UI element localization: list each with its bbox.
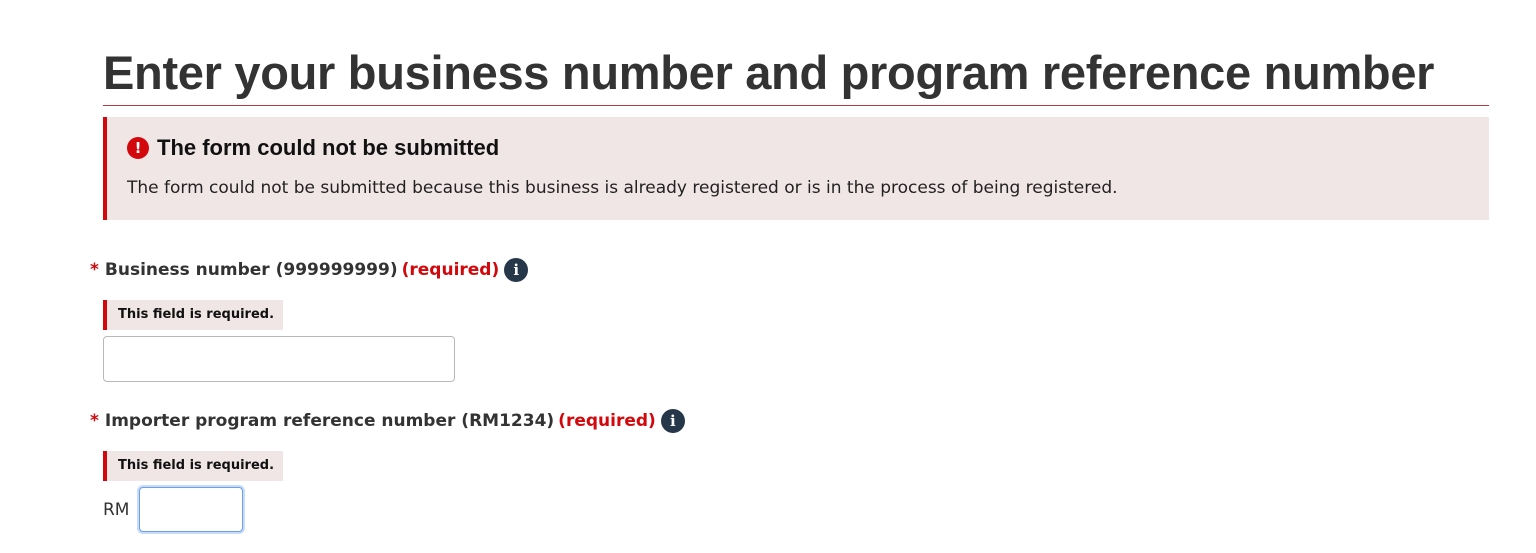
page-title: Enter your business number and program r… bbox=[103, 46, 1435, 99]
required-asterisk: * bbox=[90, 260, 99, 280]
page: Enter your business number and program r… bbox=[0, 0, 1536, 553]
business-number-error: This field is required. bbox=[103, 300, 284, 330]
program-reference-prefix: RM bbox=[103, 500, 130, 520]
error-summary-heading-text: The form could not be submitted bbox=[157, 135, 500, 160]
title-divider bbox=[103, 105, 1489, 106]
program-reference-label-text: Importer program reference number (RM123… bbox=[104, 411, 555, 431]
business-number-input[interactable] bbox=[103, 336, 455, 382]
program-reference-input[interactable] bbox=[139, 487, 243, 532]
business-number-label: * Business number (999999999) (required)… bbox=[90, 258, 529, 282]
error-summary-heading: ! The form could not be submitted bbox=[127, 135, 499, 161]
error-summary: ! The form could not be submitted The fo… bbox=[103, 117, 1489, 220]
required-asterisk: * bbox=[90, 411, 99, 431]
required-indicator: (required) bbox=[401, 260, 500, 280]
info-icon[interactable]: i bbox=[504, 258, 529, 282]
exclamation-circle-icon: ! bbox=[127, 137, 149, 159]
program-reference-label: * Importer program reference number (RM1… bbox=[90, 409, 685, 433]
error-summary-message: The form could not be submitted because … bbox=[127, 178, 1118, 198]
required-indicator: (required) bbox=[558, 411, 656, 431]
program-reference-error: This field is required. bbox=[103, 451, 284, 481]
business-number-label-text: Business number (999999999) bbox=[104, 260, 398, 280]
info-icon[interactable]: i bbox=[660, 409, 685, 433]
